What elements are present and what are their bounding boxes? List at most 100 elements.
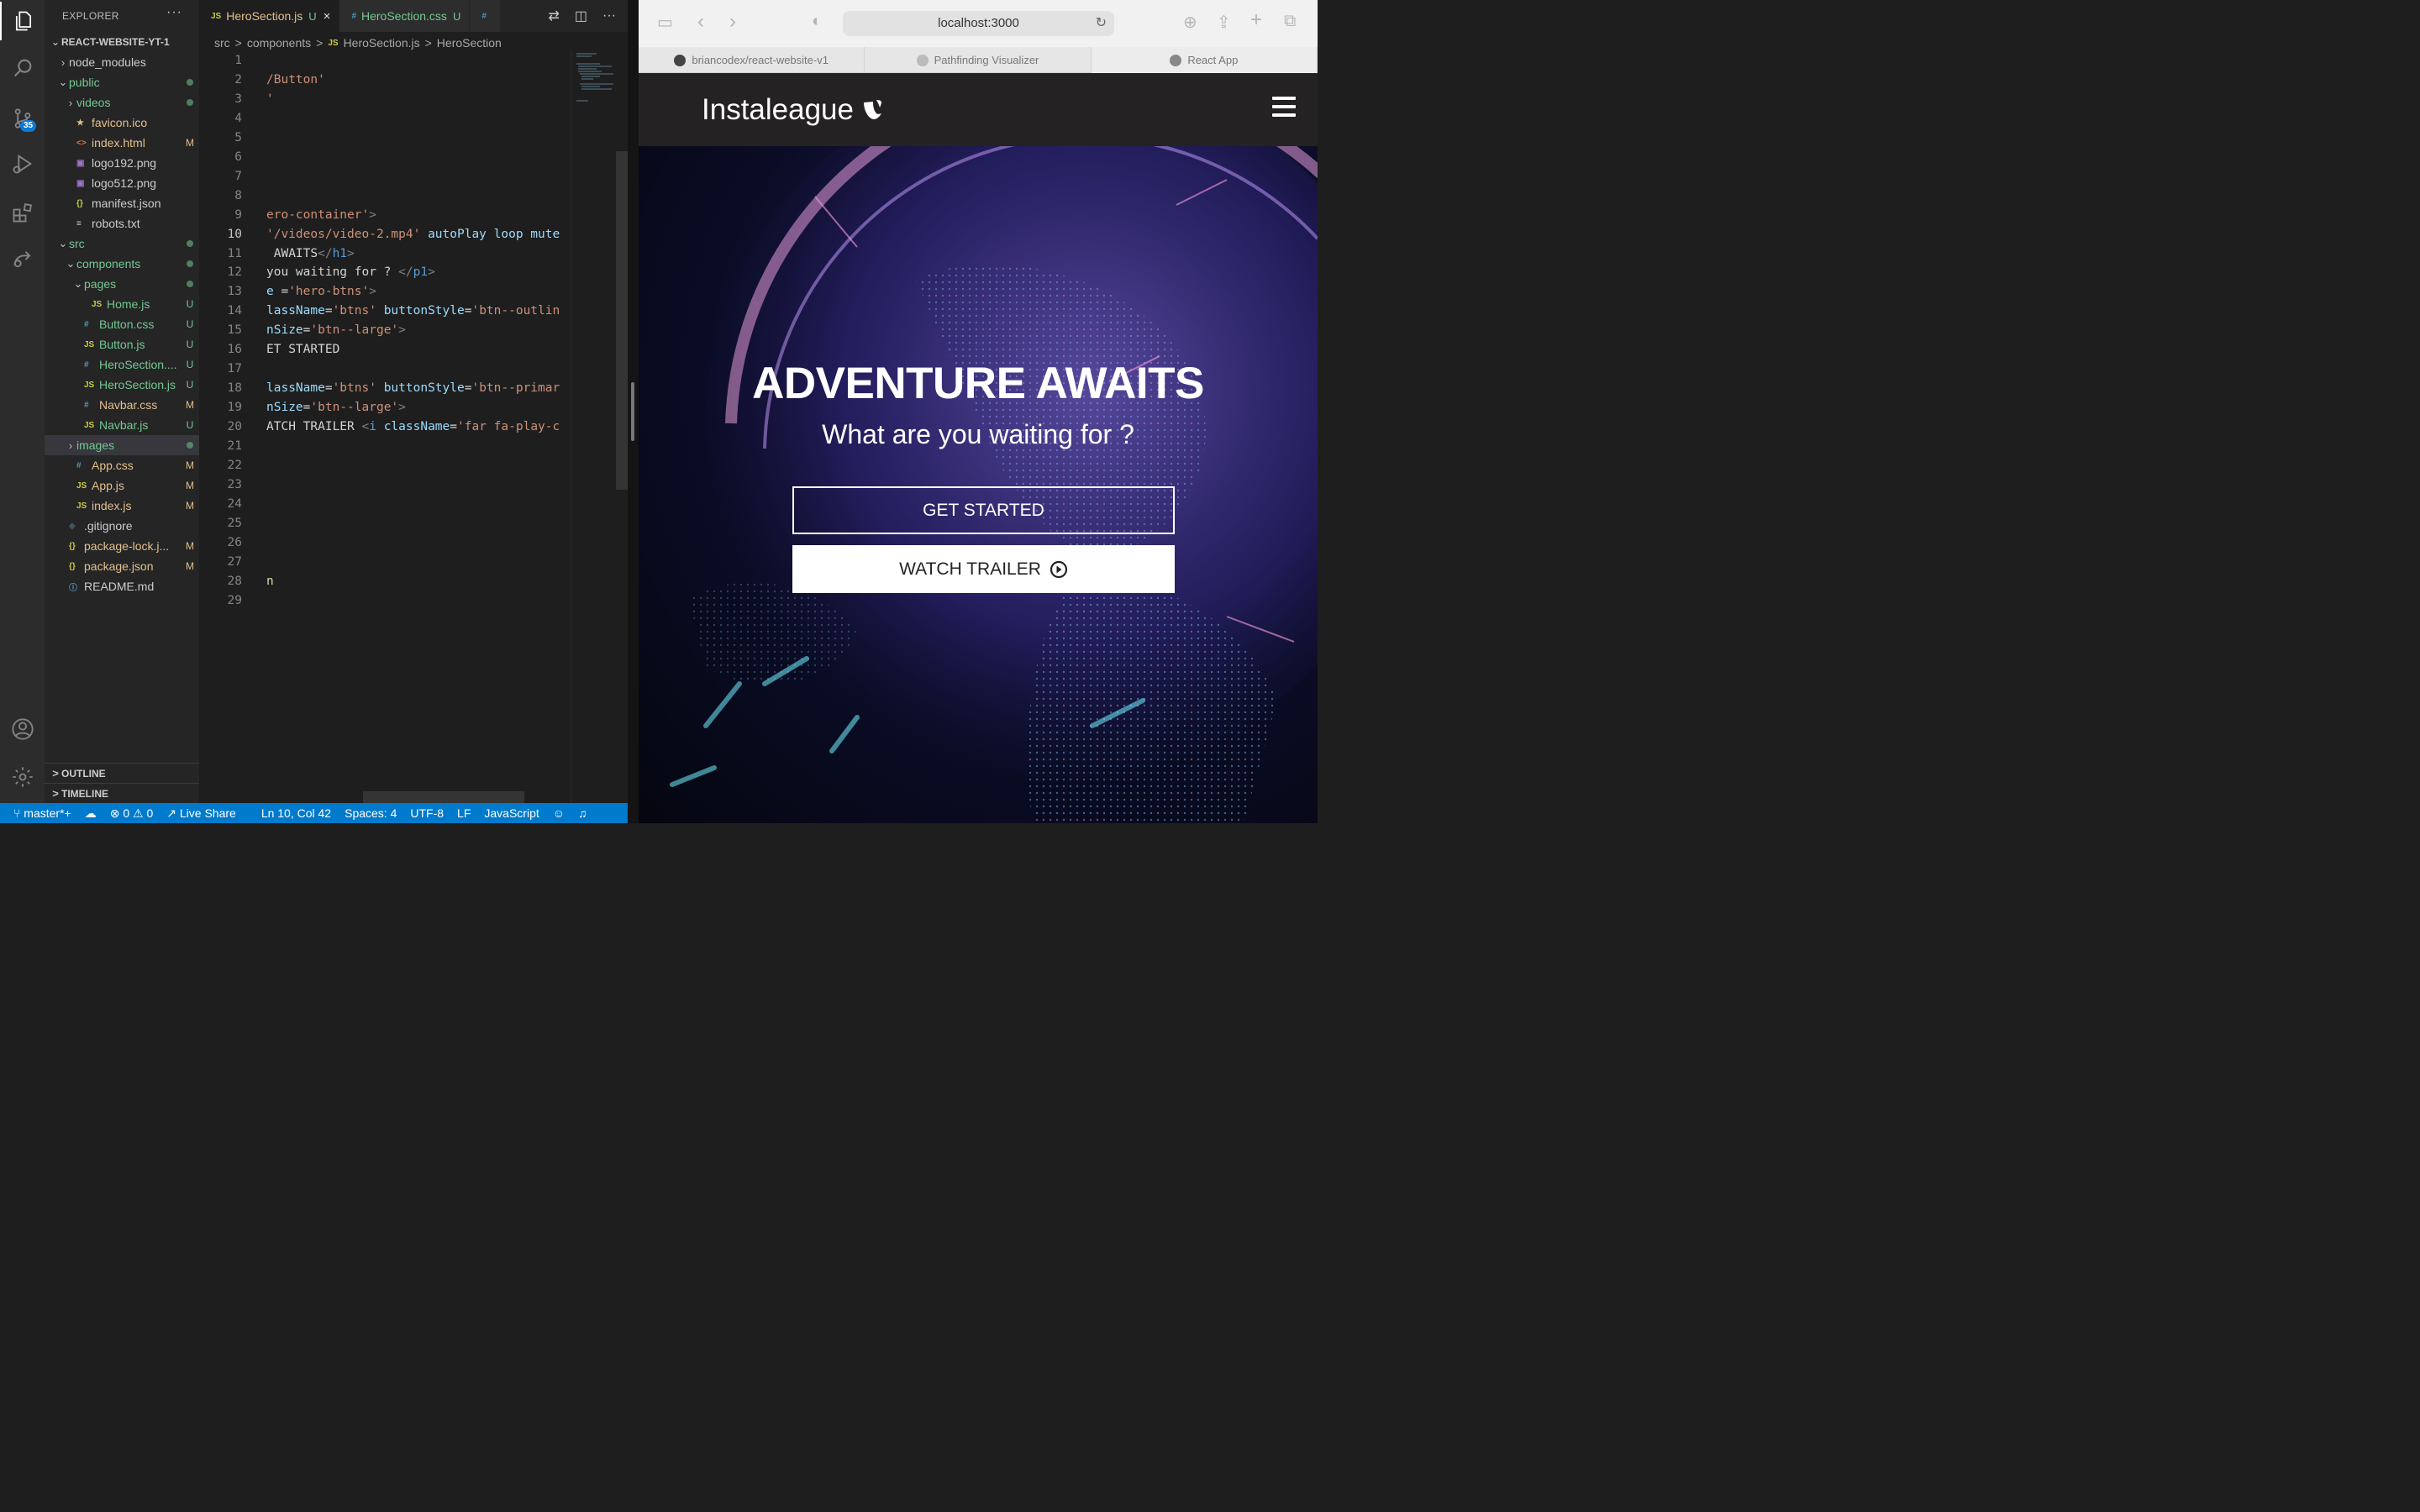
tree-item[interactable]: JS Navbar.js U — [45, 415, 199, 435]
open-changes-icon[interactable]: ⇄ — [548, 8, 559, 24]
tree-item[interactable]: {} manifest.json — [45, 193, 199, 213]
tab-overview-icon[interactable]: ⧉ — [1284, 12, 1296, 31]
tree-item[interactable]: # HeroSection.... U — [45, 354, 199, 375]
encoding[interactable]: UTF-8 — [410, 806, 444, 820]
watch-trailer-button[interactable]: WATCH TRAILER — [792, 545, 1175, 593]
language-mode[interactable]: JavaScript — [484, 806, 539, 820]
tree-item[interactable]: ⌄ public — [45, 72, 199, 92]
tree-item[interactable]: ⌄ pages — [45, 274, 199, 294]
address-bar[interactable]: localhost:3000 ↻ — [843, 11, 1114, 36]
code-line[interactable]: 10 '/videos/video-2.mp4' autoPlay loop mu… — [199, 225, 571, 244]
tree-item[interactable]: › images — [45, 435, 199, 455]
settings-gear-icon[interactable] — [0, 758, 45, 796]
code-line[interactable]: 11 AWAITS</h1> — [199, 244, 571, 264]
tree-item[interactable]: JS App.js M — [45, 475, 199, 496]
tree-item[interactable]: ≡ robots.txt — [45, 213, 199, 234]
forward-icon[interactable]: › — [729, 10, 736, 34]
tree-item[interactable]: › node_modules — [45, 52, 199, 72]
tree-item[interactable]: {} package-lock.j... M — [45, 536, 199, 556]
outline-section[interactable]: > OUTLINE — [45, 763, 199, 783]
split-editor-icon[interactable]: ◫ — [575, 8, 587, 24]
run-debug-icon[interactable] — [0, 144, 45, 183]
tree-item[interactable]: JS index.js M — [45, 496, 199, 516]
hamburger-menu-icon[interactable] — [1272, 97, 1296, 118]
code-line[interactable]: 16 ET STARTED — [199, 340, 571, 360]
tree-item[interactable]: ★ favicon.ico — [45, 113, 199, 133]
tree-item[interactable]: <> index.html M — [45, 133, 199, 153]
breadcrumb-item[interactable]: src — [214, 36, 230, 50]
code-line[interactable]: 26 — [199, 533, 571, 553]
explorer-icon[interactable] — [0, 2, 45, 40]
code-editor[interactable]: 1 2/Button' 3 ' 4 5 6 7 8 9 ero-container'> 10 '/vid… — [199, 50, 571, 781]
tree-item[interactable]: ◆ .gitignore — [45, 516, 199, 536]
live-share-icon[interactable] — [0, 240, 45, 279]
code-line[interactable]: 8 — [199, 186, 571, 206]
cursor-position[interactable]: Ln 10, Col 42 — [261, 806, 331, 820]
tree-item[interactable]: JS HeroSection.js U — [45, 375, 199, 395]
tree-item[interactable]: ▣ logo192.png — [45, 153, 199, 173]
sidebar-toggle-icon[interactable]: ▭ — [657, 12, 673, 33]
code-line[interactable]: 9 ero-container'> — [199, 206, 571, 225]
code-line[interactable]: 28 n — [199, 572, 571, 591]
search-icon[interactable] — [0, 49, 45, 87]
tree-item[interactable]: ⌄ src — [45, 234, 199, 254]
branch-indicator[interactable]: ⑂ master*+ — [13, 806, 71, 820]
code-line[interactable]: 6 — [199, 148, 571, 167]
tree-item[interactable]: ▣ logo512.png — [45, 173, 199, 193]
problems-indicator[interactable]: ⊗ 0 ⚠ 0 — [110, 806, 154, 821]
horizontal-scrollbar[interactable] — [363, 791, 524, 803]
live-share-status[interactable]: ↗ Live Share — [166, 806, 236, 821]
code-line[interactable]: 29 — [199, 591, 571, 611]
tree-item[interactable]: › videos — [45, 92, 199, 113]
browser-tab[interactable]: briancodex/react-website-v1 — [639, 47, 865, 73]
minimap[interactable] — [571, 50, 617, 803]
code-line[interactable]: 17 — [199, 360, 571, 379]
tree-item[interactable]: ⌄ REACT-WEBSITE-YT-1 — [45, 32, 199, 52]
code-line[interactable]: 12 you waiting for ? </p1> — [199, 263, 571, 282]
code-line[interactable]: 1 — [199, 51, 571, 71]
breadcrumb-item[interactable]: components — [247, 36, 311, 50]
tree-item[interactable]: JS Button.js U — [45, 334, 199, 354]
reload-icon[interactable]: ↻ — [1096, 11, 1107, 36]
code-line[interactable]: 27 — [199, 553, 571, 572]
window-divider[interactable] — [628, 0, 639, 823]
browser-tab[interactable]: Pathfinding Visualizer — [865, 47, 1092, 73]
code-line[interactable]: 25 — [199, 514, 571, 533]
extensions-icon[interactable] — [0, 193, 45, 232]
vertical-scrollbar[interactable] — [616, 151, 628, 490]
tree-item[interactable]: ⓘ README.md — [45, 576, 199, 596]
downloads-icon[interactable]: ⊕ — [1183, 12, 1197, 33]
code-line[interactable]: 4 — [199, 109, 571, 129]
tree-item[interactable]: ⌄ components — [45, 254, 199, 274]
close-tab-icon[interactable]: × — [324, 9, 331, 24]
privacy-shield-icon[interactable]: ◐ — [812, 12, 822, 31]
divider-handle[interactable] — [631, 382, 634, 441]
code-line[interactable]: 23 — [199, 475, 571, 495]
code-line[interactable]: 15 nSize='btn--large'> — [199, 321, 571, 340]
tree-item[interactable]: {} package.json M — [45, 556, 199, 576]
editor-tab[interactable]: # — [470, 0, 501, 32]
source-control-icon[interactable]: 35 — [0, 99, 45, 138]
code-line[interactable]: 19 nSize='btn--large'> — [199, 398, 571, 417]
timeline-section[interactable]: > TIMELINE — [45, 783, 199, 803]
indentation[interactable]: Spaces: 4 — [345, 806, 397, 820]
new-tab-icon[interactable]: + — [1250, 8, 1262, 32]
code-line[interactable]: 13 e ='hero-btns'> — [199, 282, 571, 302]
editor-tab[interactable]: JS HeroSection.js U × — [199, 0, 340, 32]
code-line[interactable]: 24 — [199, 495, 571, 514]
code-line[interactable]: 3 ' — [199, 90, 571, 109]
code-line[interactable]: 21 — [199, 437, 571, 456]
code-line[interactable]: 18 lassName='btns' buttonStyle='btn--prim… — [199, 379, 571, 398]
tree-item[interactable]: # Navbar.css M — [45, 395, 199, 415]
site-logo[interactable]: Instaleague — [702, 93, 886, 127]
feedback-icon[interactable]: ☺ — [553, 806, 565, 820]
sync-icon[interactable]: ☁ — [85, 806, 97, 821]
breadcrumb-item[interactable]: HeroSection — [437, 36, 502, 50]
tree-item[interactable]: JS Home.js U — [45, 294, 199, 314]
code-line[interactable]: 5 — [199, 129, 571, 148]
breadcrumb-item[interactable]: HeroSection.js — [344, 36, 420, 50]
get-started-button[interactable]: GET STARTED — [792, 486, 1175, 534]
notifications-bell-icon[interactable]: ♫ — [578, 806, 587, 820]
code-line[interactable]: 20 ATCH TRAILER <i className='far fa-play… — [199, 417, 571, 437]
browser-tab[interactable]: React App — [1091, 47, 1318, 73]
